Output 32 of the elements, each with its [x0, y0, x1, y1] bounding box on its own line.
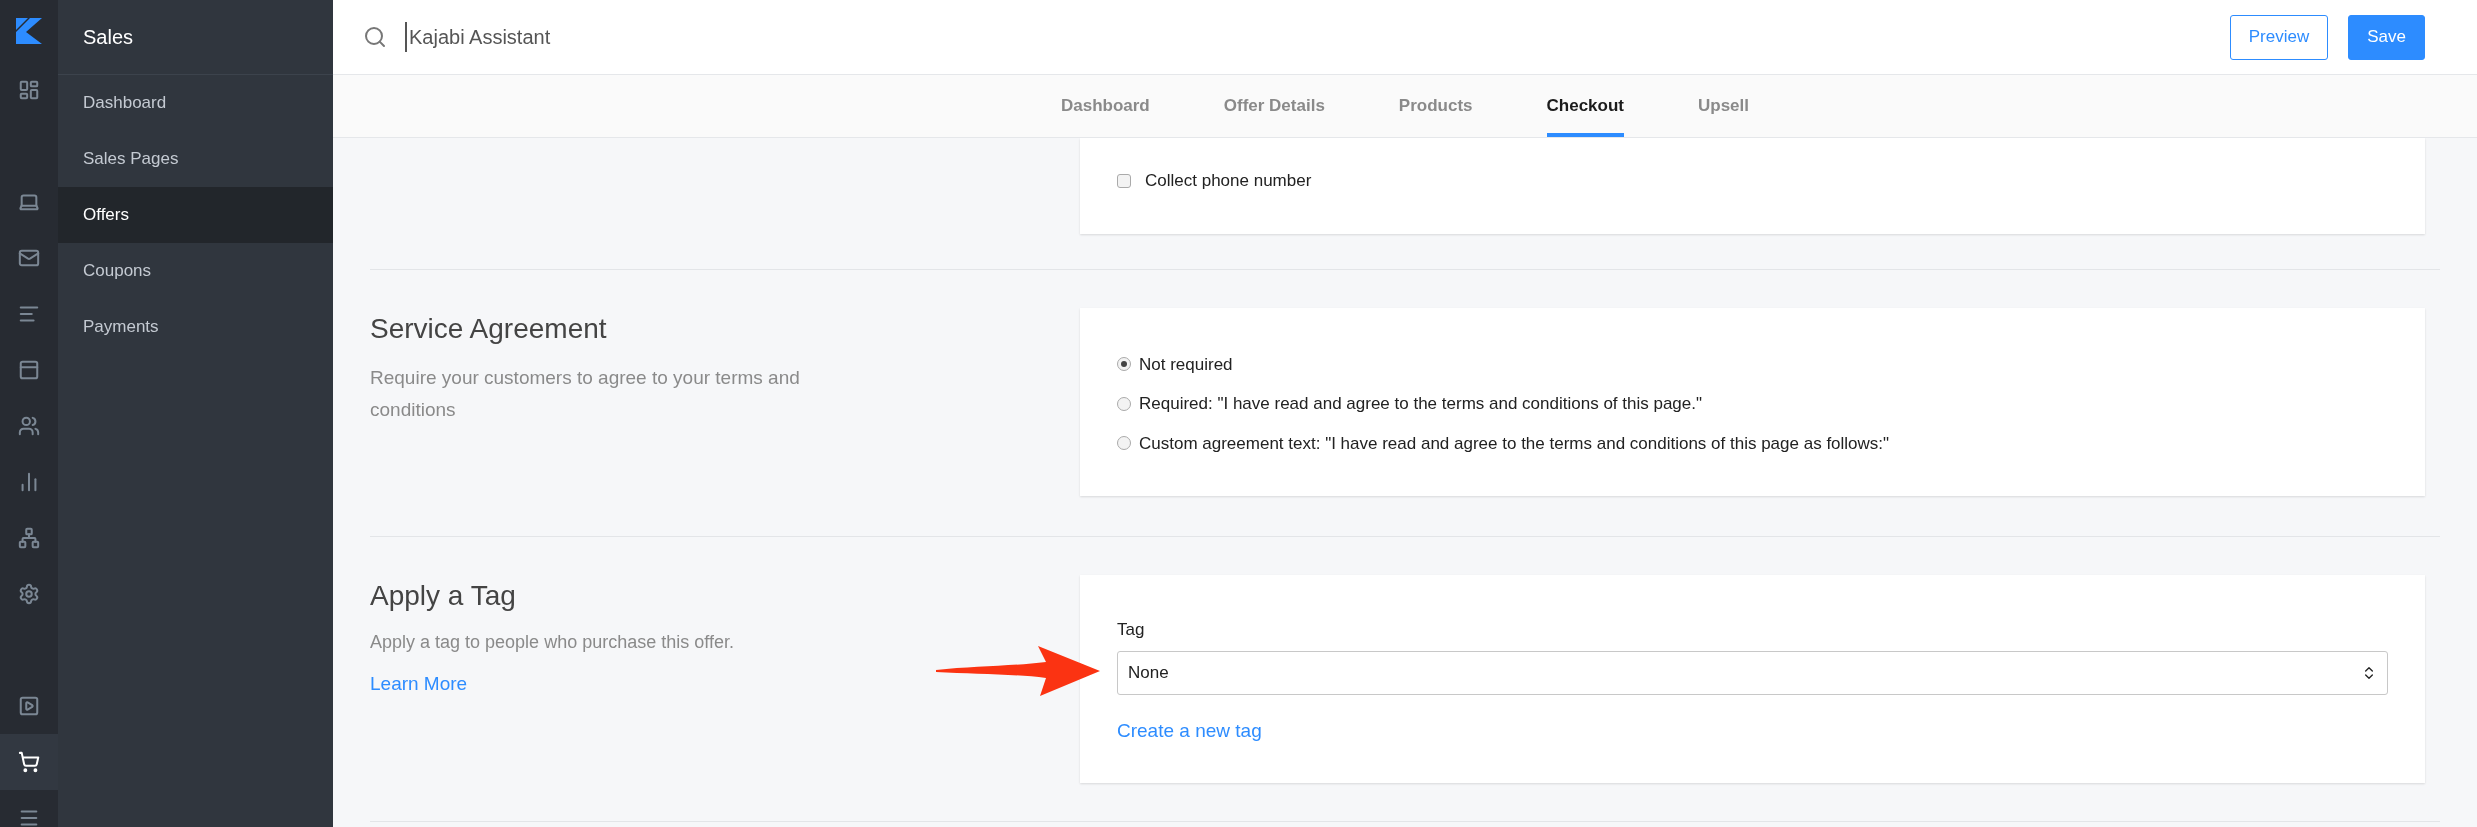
sidebar-title: Sales	[83, 25, 134, 50]
checkbox-label: Collect phone number	[1145, 170, 1312, 192]
sidebar-item[interactable]: Payments	[58, 299, 333, 355]
tag-select[interactable]: None	[1117, 650, 2388, 695]
radio-button[interactable]	[1117, 357, 1131, 372]
radio-button[interactable]	[1117, 396, 1131, 411]
cart-icon	[18, 751, 40, 773]
sidebar-item[interactable]: Offers	[58, 187, 333, 243]
settings-icon	[18, 583, 40, 605]
field-label: Tag	[1117, 619, 1146, 641]
radio-button[interactable]	[1117, 436, 1131, 451]
mail-icon	[18, 247, 40, 269]
section-description: Require your customers to agree to your terms and conditions	[370, 365, 801, 422]
sidebar-item[interactable]: Coupons	[58, 243, 333, 299]
network-icon	[18, 527, 40, 549]
browser-window-icon	[18, 359, 40, 381]
sidebar-item[interactable]: Dashboard	[58, 75, 333, 131]
section-title: Apply a Tag	[370, 579, 517, 613]
section-description: Apply a tag to people who purchase this offer.	[370, 631, 735, 654]
rail-item[interactable]	[0, 734, 58, 790]
checkbox[interactable]	[1117, 173, 1131, 188]
dashboard-icon	[18, 79, 40, 101]
video-icon	[18, 695, 40, 717]
section-title: Service Agreement	[370, 311, 608, 346]
radio-label: Custom agreement text: "I have read and agree to the terms and conditions of this page as follows:"	[1139, 432, 1890, 455]
radio-label: Required: "I have read and agree to the terms and conditions of this page."	[1139, 393, 1703, 415]
people-icon	[18, 415, 40, 437]
search-field[interactable]: Kajabi Assistant	[405, 22, 551, 52]
sidebar-item[interactable]: Sales Pages	[58, 131, 333, 187]
logo-icon[interactable]	[16, 18, 42, 44]
radio-label: Not required	[1139, 353, 1233, 376]
search-icon	[363, 25, 387, 49]
